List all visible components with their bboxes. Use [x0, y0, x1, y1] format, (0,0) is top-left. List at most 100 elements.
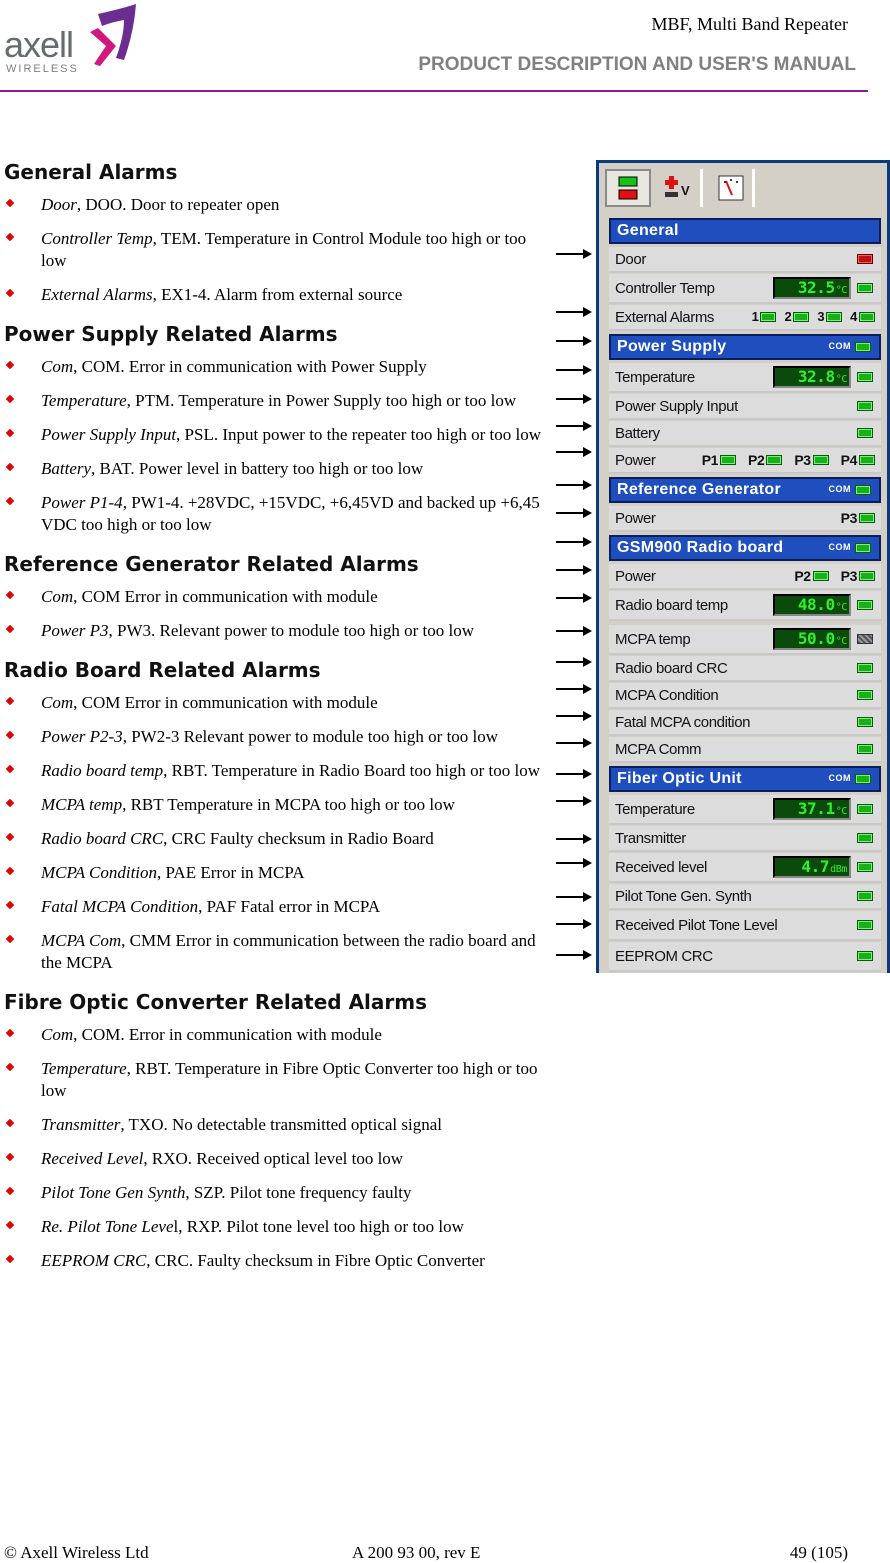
alarm-label: Received Pilot Tone Level: [615, 916, 778, 934]
list-item: Pilot Tone Gen Synth, SZP. Pilot tone fr…: [4, 1182, 549, 1204]
alarm-row-door: Door: [609, 247, 881, 273]
alarm-term: Radio board CRC: [41, 829, 164, 848]
status-led: [812, 455, 829, 465]
alarm-term: Com: [41, 1025, 74, 1044]
alarm-description: , PTM. Temperature in Power Supply too h…: [126, 391, 517, 410]
group-header-power-supply: Power Supply COM: [609, 334, 881, 360]
alarm-term: Radio board temp: [41, 761, 164, 780]
com-label: COM: [828, 542, 851, 552]
arrow-icon: [556, 394, 592, 404]
section-heading: General Alarms: [4, 160, 178, 184]
logo-wordmark: axell: [4, 24, 74, 65]
alarm-description: , RBT Temperature in MCPA too high or to…: [122, 795, 455, 814]
arrow-icon: [556, 769, 592, 779]
document-subtitle: PRODUCT DESCRIPTION AND USER'S MANUAL: [418, 54, 856, 75]
arrow-icon: [556, 657, 592, 667]
alarm-description: , EX1-4. Alarm from external source: [152, 285, 403, 304]
section-reference-generator: Reference Generator Related Alarms Com, …: [4, 552, 549, 642]
alarm-row-rb-crc: Radio board CRC: [609, 656, 881, 682]
arrow-icon: [556, 447, 592, 457]
power-ports: P2 P3: [794, 568, 875, 584]
alarm-row-fatal-mcpa: Fatal MCPA condition: [609, 710, 881, 736]
alarm-term: Transmitter: [41, 1115, 121, 1134]
status-led-disabled: [857, 634, 873, 644]
com-led: [855, 342, 871, 352]
pointer-arrows: [556, 0, 596, 1000]
arrow-icon: [556, 307, 592, 317]
bullet-icon: [5, 428, 15, 438]
alarm-description: l, RXP. Pilot tone level too high or too…: [173, 1217, 464, 1236]
alarm-term: Pilot Tone Gen Synth: [41, 1183, 186, 1202]
arrow-icon: [556, 684, 592, 694]
status-led: [857, 717, 873, 727]
status-led: [826, 311, 843, 322]
footer-copyright: © Axell Wireless Ltd: [4, 1543, 149, 1562]
bullet-icon: [5, 1254, 15, 1264]
alarm-term: Power P1-4: [41, 493, 123, 512]
arrow-icon: [556, 950, 592, 960]
alarm-row-pilot-synth: Pilot Tone Gen. Synth: [609, 884, 881, 910]
alarm-term: Power Supply Input: [41, 425, 177, 444]
group-header-radio-board: GSM900 Radio board COM: [609, 535, 881, 561]
alarm-term: Power P2-3: [41, 727, 123, 746]
alarm-row-eeprom-crc: EEPROM CRC: [609, 942, 881, 972]
alarm-label: Power: [615, 509, 656, 527]
alarm-led-red: [857, 254, 873, 264]
status-led: [760, 311, 777, 322]
bullet-icon: [5, 496, 15, 506]
alarm-description: , DOO. Door to repeater open: [76, 195, 280, 214]
bullet-icon: [5, 934, 15, 944]
alarm-term: Door: [41, 195, 77, 214]
alarm-row-mcpa-condition: MCPA Condition: [609, 683, 881, 709]
tab-voltages[interactable]: V: [657, 169, 703, 207]
alarm-description: , PW2-3 Relevant power to module too hig…: [122, 727, 499, 746]
temperature-display: 50.0°C: [773, 628, 851, 650]
bullet-icon: [5, 866, 15, 876]
arrow-icon: [556, 537, 592, 547]
alarm-row-rb-temp: Radio board temp 48.0°C: [609, 591, 881, 621]
plus-minus-v-icon: V: [664, 176, 690, 198]
alarm-row-rg-power: Power P3: [609, 506, 881, 532]
arrow-icon: [556, 593, 592, 603]
alarm-description: , PSL. Input power to the repeater too h…: [176, 425, 542, 444]
alarm-label: External Alarms: [615, 308, 715, 326]
status-led: [857, 951, 873, 961]
list-item: Fatal MCPA Condition, PAF Fatal error in…: [4, 896, 549, 918]
alarm-label: Controller Temp: [615, 279, 715, 297]
alarm-label: Pilot Tone Gen. Synth: [615, 887, 752, 905]
alarm-label: Door: [615, 250, 646, 268]
list-item: Received Level, RXO. Received optical le…: [4, 1148, 549, 1170]
tab-meter[interactable]: [709, 169, 755, 207]
status-led: [857, 428, 873, 438]
alarm-term: Re. Pilot Tone Leve: [41, 1217, 174, 1236]
group-title: Reference Generator: [617, 481, 781, 498]
list-item: Radio board temp, RBT. Temperature in Ra…: [4, 760, 549, 782]
tab-alarms[interactable]: [605, 169, 651, 207]
alarm-description: , PW3. Relevant power to module too high…: [108, 621, 474, 640]
status-led: [859, 455, 875, 465]
group-header-fiber-optic: Fiber Optic Unit COM: [609, 766, 881, 792]
alarm-label: MCPA Condition: [615, 686, 719, 704]
alarm-row-rb-power: Power P2 P3: [609, 564, 881, 590]
alarm-term: Power P3: [41, 621, 109, 640]
company-logo: axell WIRELESS: [4, 2, 144, 75]
alarm-row-pilot-level: Received Pilot Tone Level: [609, 911, 881, 941]
bullet-icon: [5, 288, 15, 298]
status-led: [859, 571, 875, 581]
status-led: [857, 804, 873, 814]
alarm-row-ps-power: Power P1 P2 P3 P4: [609, 448, 881, 474]
status-led: [857, 401, 873, 411]
alarm-row-mcpa-temp: MCPA temp 50.0°C: [609, 625, 881, 655]
arrow-icon: [556, 336, 592, 346]
alarm-term: Com: [41, 693, 74, 712]
alarm-description: , RBT. Temperature in Radio Board too hi…: [163, 761, 540, 780]
com-led: [855, 774, 871, 784]
list-item: Power P2-3, PW2-3 Relevant power to modu…: [4, 726, 549, 748]
temperature-display: 32.8°C: [773, 366, 851, 388]
logo-chevron-icon: [90, 4, 136, 66]
list-item: Power P1-4, PW1-4. +28VDC, +15VDC, +6,45…: [4, 492, 549, 536]
list-item: Com, COM Error in communication with mod…: [4, 586, 549, 608]
alarm-description: , COM. Error in communication with Power…: [73, 357, 427, 376]
alarm-row-ps-temperature: Temperature 32.8°C: [609, 363, 881, 393]
list-item: Temperature, PTM. Temperature in Power S…: [4, 390, 549, 412]
